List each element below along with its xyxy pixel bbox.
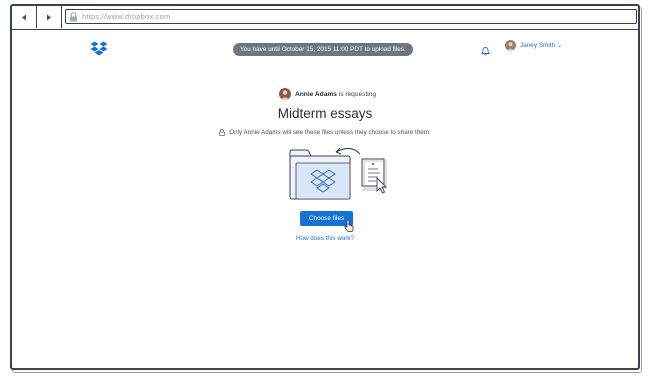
browser-window: https://www.dropbox.com You have until O… [10, 4, 640, 370]
lock-icon [219, 129, 225, 136]
avatar [279, 88, 291, 100]
page-content: You have until October 15, 2015 11:00 PD… [12, 30, 638, 368]
avatar [505, 40, 516, 51]
back-button[interactable] [12, 6, 37, 28]
back-arrow-icon [22, 14, 26, 20]
user-menu[interactable]: Janey Smith ⌄ [505, 40, 562, 51]
privacy-note: Only Annie Adams will see these files un… [12, 129, 638, 136]
browser-toolbar: https://www.dropbox.com [12, 6, 638, 30]
url-text: https://www.dropbox.com [82, 12, 171, 21]
lock-icon [69, 11, 78, 22]
chevron-down-icon: ⌄ [557, 43, 563, 49]
upload-deadline-badge: You have until October 15, 2015 11:00 PD… [233, 43, 413, 56]
privacy-text: Only Annie Adams will see these files un… [229, 129, 431, 136]
dropbox-logo-icon[interactable] [90, 41, 108, 62]
bell-icon[interactable] [480, 43, 491, 61]
how-does-this-work-link[interactable]: How does this work? [12, 235, 638, 242]
user-name: Janey Smith [520, 42, 556, 49]
forward-button[interactable] [37, 6, 62, 28]
pointer-cursor-icon [344, 220, 354, 232]
forward-arrow-icon [47, 14, 51, 20]
address-bar[interactable]: https://www.dropbox.com [65, 9, 637, 24]
folder-illustration [289, 147, 388, 200]
requester-text: Annie Adams is requesting [295, 91, 376, 98]
requester-line: Annie Adams is requesting [279, 88, 376, 100]
requester-suffix: is requesting [336, 90, 377, 98]
requester-name: Annie Adams [295, 90, 337, 98]
page-title: Midterm essays [277, 106, 373, 121]
